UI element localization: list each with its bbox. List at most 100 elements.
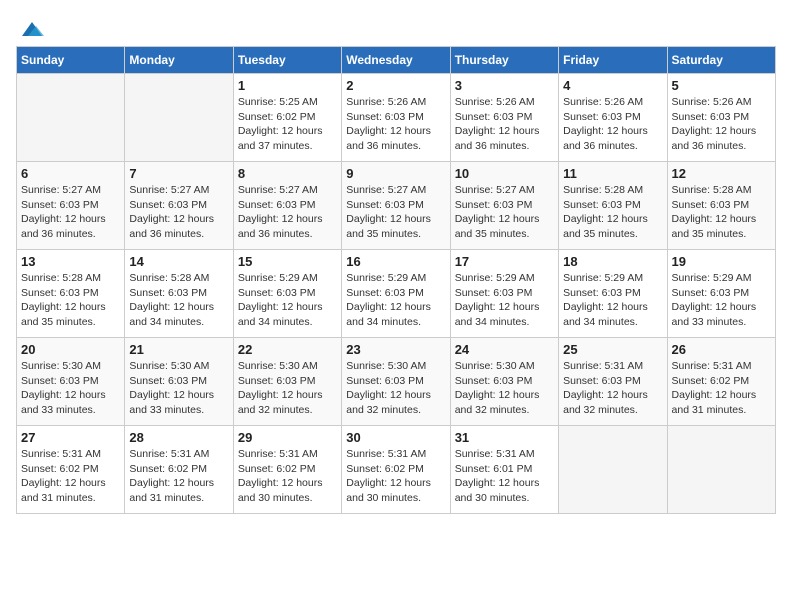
day-number: 3: [455, 78, 554, 93]
calendar-day-cell: 28 Sunrise: 5:31 AMSunset: 6:02 PMDayligh…: [125, 426, 233, 514]
calendar-day-cell: 7 Sunrise: 5:27 AMSunset: 6:03 PMDaylight…: [125, 162, 233, 250]
logo-icon: [18, 16, 46, 44]
weekday-header: Monday: [125, 47, 233, 74]
calendar-week-row: 20 Sunrise: 5:30 AMSunset: 6:03 PMDayligh…: [17, 338, 776, 426]
day-info: Sunrise: 5:29 AMSunset: 6:03 PMDaylight:…: [346, 271, 445, 330]
calendar-day-cell: 13 Sunrise: 5:28 AMSunset: 6:03 PMDayligh…: [17, 250, 125, 338]
day-number: 5: [672, 78, 771, 93]
calendar-day-cell: 31 Sunrise: 5:31 AMSunset: 6:01 PMDayligh…: [450, 426, 558, 514]
calendar-day-cell: 29Sunrise: 5:31 AMSunset: 6:02 PMDayligh…: [233, 426, 341, 514]
calendar-day-cell: 8 Sunrise: 5:27 AMSunset: 6:03 PMDaylight…: [233, 162, 341, 250]
calendar-day-cell: 4 Sunrise: 5:26 AMSunset: 6:03 PMDaylight…: [559, 74, 667, 162]
day-info: Sunrise: 5:29 AMSunset: 6:03 PMDaylight:…: [672, 271, 771, 330]
day-number: 22: [238, 342, 337, 357]
day-info: Sunrise: 5:28 AMSunset: 6:03 PMDaylight:…: [129, 271, 228, 330]
calendar-day-cell: [125, 74, 233, 162]
weekday-header: Friday: [559, 47, 667, 74]
calendar-week-row: 6 Sunrise: 5:27 AMSunset: 6:03 PMDaylight…: [17, 162, 776, 250]
day-info: Sunrise: 5:28 AMSunset: 6:03 PMDaylight:…: [21, 271, 120, 330]
day-info: Sunrise: 5:30 AMSunset: 6:03 PMDaylight:…: [21, 359, 120, 418]
day-number: 4: [563, 78, 662, 93]
weekday-header: Thursday: [450, 47, 558, 74]
day-number: 24: [455, 342, 554, 357]
calendar-table: SundayMondayTuesdayWednesdayThursdayFrid…: [16, 46, 776, 514]
day-number: 28: [129, 430, 228, 445]
day-number: 19: [672, 254, 771, 269]
weekday-header: Saturday: [667, 47, 775, 74]
day-info: Sunrise: 5:27 AMSunset: 6:03 PMDaylight:…: [129, 183, 228, 242]
calendar-day-cell: 22 Sunrise: 5:30 AMSunset: 6:03 PMDayligh…: [233, 338, 341, 426]
day-info: Sunrise: 5:31 AMSunset: 6:02 PMDaylight:…: [129, 447, 228, 506]
calendar-week-row: 27 Sunrise: 5:31 AMSunset: 6:02 PMDayligh…: [17, 426, 776, 514]
day-number: 30: [346, 430, 445, 445]
day-info: Sunrise: 5:25 AMSunset: 6:02 PMDaylight:…: [238, 95, 337, 154]
calendar-day-cell: 3 Sunrise: 5:26 AMSunset: 6:03 PMDaylight…: [450, 74, 558, 162]
day-number: 20: [21, 342, 120, 357]
calendar-day-cell: 15 Sunrise: 5:29 AMSunset: 6:03 PMDayligh…: [233, 250, 341, 338]
day-info: Sunrise: 5:31 AMSunset: 6:01 PMDaylight:…: [455, 447, 554, 506]
day-info: Sunrise: 5:31 AMSunset: 6:02 PMDaylight:…: [21, 447, 120, 506]
day-info: Sunrise: 5:31 AMSunset: 6:02 PMDaylight:…: [346, 447, 445, 506]
calendar-day-cell: 24 Sunrise: 5:30 AMSunset: 6:03 PMDayligh…: [450, 338, 558, 426]
day-info: Sunrise: 5:29 AMSunset: 6:03 PMDaylight:…: [563, 271, 662, 330]
day-number: 8: [238, 166, 337, 181]
calendar-day-cell: [559, 426, 667, 514]
weekday-header: Wednesday: [342, 47, 450, 74]
calendar-day-cell: 23Sunrise: 5:30 AMSunset: 6:03 PMDayligh…: [342, 338, 450, 426]
day-number: 14: [129, 254, 228, 269]
day-info: Sunrise: 5:30 AMSunset: 6:03 PMDaylight:…: [238, 359, 337, 418]
day-number: 29: [238, 430, 337, 445]
day-number: 27: [21, 430, 120, 445]
calendar-day-cell: 26Sunrise: 5:31 AMSunset: 6:02 PMDayligh…: [667, 338, 775, 426]
day-number: 9: [346, 166, 445, 181]
day-number: 16: [346, 254, 445, 269]
day-info: Sunrise: 5:27 AMSunset: 6:03 PMDaylight:…: [21, 183, 120, 242]
logo: [16, 16, 46, 38]
day-number: 7: [129, 166, 228, 181]
day-info: Sunrise: 5:30 AMSunset: 6:03 PMDaylight:…: [129, 359, 228, 418]
day-info: Sunrise: 5:27 AMSunset: 6:03 PMDaylight:…: [346, 183, 445, 242]
calendar-week-row: 13 Sunrise: 5:28 AMSunset: 6:03 PMDayligh…: [17, 250, 776, 338]
calendar-day-cell: 1 Sunrise: 5:25 AMSunset: 6:02 PMDaylight…: [233, 74, 341, 162]
day-number: 31: [455, 430, 554, 445]
calendar-day-cell: 18Sunrise: 5:29 AMSunset: 6:03 PMDayligh…: [559, 250, 667, 338]
calendar-day-cell: 11 Sunrise: 5:28 AMSunset: 6:03 PMDayligh…: [559, 162, 667, 250]
day-number: 17: [455, 254, 554, 269]
day-info: Sunrise: 5:29 AMSunset: 6:03 PMDaylight:…: [238, 271, 337, 330]
calendar-day-cell: 5 Sunrise: 5:26 AMSunset: 6:03 PMDaylight…: [667, 74, 775, 162]
day-number: 6: [21, 166, 120, 181]
calendar-day-cell: 30 Sunrise: 5:31 AMSunset: 6:02 PMDayligh…: [342, 426, 450, 514]
calendar-day-cell: [667, 426, 775, 514]
day-number: 25: [563, 342, 662, 357]
calendar-day-cell: 21 Sunrise: 5:30 AMSunset: 6:03 PMDayligh…: [125, 338, 233, 426]
calendar-week-row: 1 Sunrise: 5:25 AMSunset: 6:02 PMDaylight…: [17, 74, 776, 162]
calendar-day-cell: 12Sunrise: 5:28 AMSunset: 6:03 PMDayligh…: [667, 162, 775, 250]
day-number: 15: [238, 254, 337, 269]
weekday-header: Tuesday: [233, 47, 341, 74]
day-number: 12: [672, 166, 771, 181]
day-info: Sunrise: 5:31 AMSunset: 6:03 PMDaylight:…: [563, 359, 662, 418]
day-info: Sunrise: 5:28 AMSunset: 6:03 PMDaylight:…: [563, 183, 662, 242]
day-number: 11: [563, 166, 662, 181]
calendar-day-cell: 25 Sunrise: 5:31 AMSunset: 6:03 PMDayligh…: [559, 338, 667, 426]
day-number: 1: [238, 78, 337, 93]
day-info: Sunrise: 5:29 AMSunset: 6:03 PMDaylight:…: [455, 271, 554, 330]
calendar-day-cell: 27 Sunrise: 5:31 AMSunset: 6:02 PMDayligh…: [17, 426, 125, 514]
day-info: Sunrise: 5:26 AMSunset: 6:03 PMDaylight:…: [455, 95, 554, 154]
day-number: 13: [21, 254, 120, 269]
day-number: 10: [455, 166, 554, 181]
day-info: Sunrise: 5:26 AMSunset: 6:03 PMDaylight:…: [672, 95, 771, 154]
day-info: Sunrise: 5:30 AMSunset: 6:03 PMDaylight:…: [455, 359, 554, 418]
calendar-header-row: SundayMondayTuesdayWednesdayThursdayFrid…: [17, 47, 776, 74]
calendar-day-cell: 19 Sunrise: 5:29 AMSunset: 6:03 PMDayligh…: [667, 250, 775, 338]
calendar-day-cell: 6 Sunrise: 5:27 AMSunset: 6:03 PMDaylight…: [17, 162, 125, 250]
day-number: 21: [129, 342, 228, 357]
day-info: Sunrise: 5:26 AMSunset: 6:03 PMDaylight:…: [346, 95, 445, 154]
weekday-header: Sunday: [17, 47, 125, 74]
day-info: Sunrise: 5:31 AMSunset: 6:02 PMDaylight:…: [672, 359, 771, 418]
calendar-day-cell: 10Sunrise: 5:27 AMSunset: 6:03 PMDayligh…: [450, 162, 558, 250]
day-info: Sunrise: 5:30 AMSunset: 6:03 PMDaylight:…: [346, 359, 445, 418]
day-info: Sunrise: 5:26 AMSunset: 6:03 PMDaylight:…: [563, 95, 662, 154]
day-info: Sunrise: 5:27 AMSunset: 6:03 PMDaylight:…: [238, 183, 337, 242]
calendar-day-cell: 2Sunrise: 5:26 AMSunset: 6:03 PMDaylight…: [342, 74, 450, 162]
